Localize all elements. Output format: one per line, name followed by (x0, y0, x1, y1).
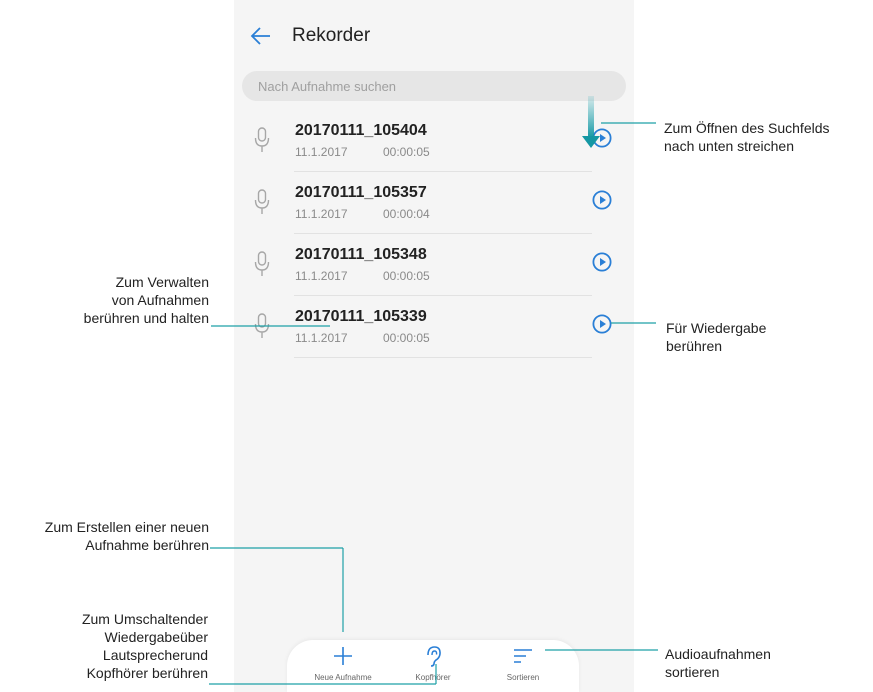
recording-name: 20170111_105357 (295, 184, 427, 201)
recording-name: 20170111_105404 (295, 122, 427, 139)
ear-icon (427, 646, 441, 667)
back-arrow-icon[interactable] (250, 25, 272, 47)
recorder-screen: Rekorder 20170111_105404 11.1.2017 00:00… (234, 0, 634, 692)
callout-play: Für Wiedergabe berühren (666, 320, 767, 354)
recording-duration: 00:00:05 (383, 269, 430, 283)
headphone-label: Kopfhörer (415, 673, 451, 682)
play-icon[interactable] (592, 314, 612, 334)
sort-label: Sortieren (506, 673, 540, 682)
recording-date: 11.1.2017 (295, 145, 348, 159)
recording-row[interactable]: 20170111_105348 11.1.2017 00:00:05 (234, 234, 634, 296)
sort-button[interactable]: Sortieren (475, 640, 571, 692)
headphone-button[interactable]: Kopfhörer (385, 640, 481, 692)
recording-date: 11.1.2017 (295, 207, 348, 221)
microphone-icon (254, 189, 270, 214)
microphone-icon (254, 313, 270, 338)
search-input[interactable] (242, 71, 626, 101)
microphone-icon (254, 251, 270, 276)
new-recording-button[interactable]: Neue Aufnahme (295, 640, 391, 692)
recording-date: 11.1.2017 (295, 331, 348, 345)
sort-lines-icon (514, 649, 532, 663)
title-bar: Rekorder (234, 0, 634, 70)
play-icon[interactable] (592, 252, 612, 272)
recording-duration: 00:00:04 (383, 207, 430, 221)
recording-name: 20170111_105339 (295, 308, 427, 325)
recording-row[interactable]: 20170111_105404 11.1.2017 00:00:05 (234, 110, 634, 172)
recording-duration: 00:00:05 (383, 145, 430, 159)
callout-sort: Audioaufnahmen sortieren (665, 646, 771, 680)
play-icon[interactable] (592, 190, 612, 210)
recording-date: 11.1.2017 (295, 269, 348, 283)
microphone-icon (254, 127, 270, 152)
recording-name: 20170111_105348 (295, 246, 427, 263)
plus-icon (334, 647, 352, 665)
new-recording-label: Neue Aufnahme (314, 673, 372, 682)
bottom-toolbar: Neue Aufnahme Kopfhörer Sortieren (287, 640, 579, 692)
callout-create: Zum Erstellen einer neuen Aufnahme berüh… (44, 519, 209, 553)
recording-row[interactable]: 20170111_105339 11.1.2017 00:00:05 (234, 296, 634, 358)
divider (294, 357, 592, 358)
callout-switch-audio: Zum Umschaltender Wiedergabeüber Lautspr… (81, 611, 208, 681)
recording-duration: 00:00:05 (383, 331, 430, 345)
recording-row[interactable]: 20170111_105357 11.1.2017 00:00:04 (234, 172, 634, 234)
callout-manage: Zum Verwalten von Aufnahmen berühren und… (83, 274, 209, 326)
page-title: Rekorder (292, 25, 371, 46)
callout-swipe-search: Zum Öffnen des Suchfelds nach unten stre… (664, 120, 830, 154)
swipe-down-arrow-icon (582, 96, 600, 148)
